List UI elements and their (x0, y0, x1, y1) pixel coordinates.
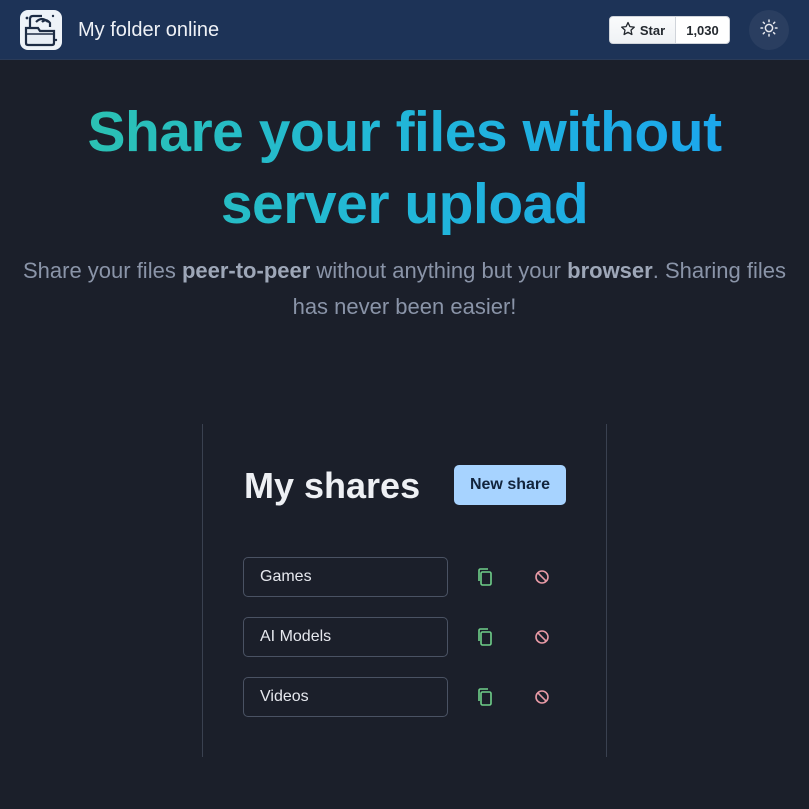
copy-link-button[interactable] (473, 565, 497, 589)
shares-panel: My shares New share Games AI Models Vide… (202, 424, 607, 757)
share-name-field[interactable]: Games (243, 557, 448, 597)
theme-toggle-button[interactable] (749, 10, 789, 50)
copy-icon (478, 628, 492, 646)
folder-logo-icon (24, 14, 58, 47)
block-icon (535, 630, 549, 644)
share-row: Videos (243, 677, 573, 717)
copy-icon (478, 568, 492, 586)
revoke-share-button[interactable] (530, 685, 554, 709)
share-name-field[interactable]: Videos (243, 677, 448, 717)
subtitle-text: without anything but your (310, 258, 568, 283)
revoke-share-button[interactable] (530, 565, 554, 589)
share-row: AI Models (243, 617, 573, 657)
new-share-button[interactable]: New share (454, 465, 566, 505)
hero-subtitle: Share your files peer-to-peer without an… (10, 253, 799, 325)
block-icon (535, 690, 549, 704)
star-icon (620, 21, 636, 40)
github-star-group: Star 1,030 (609, 16, 730, 44)
app-logo[interactable] (20, 10, 62, 50)
github-star-button[interactable]: Star (610, 17, 676, 43)
github-star-count[interactable]: 1,030 (676, 17, 729, 43)
copy-icon (478, 688, 492, 706)
shares-title: My shares (244, 465, 421, 506)
app-title: My folder online (78, 19, 220, 41)
share-row: Games (243, 557, 573, 597)
sun-icon (760, 18, 778, 42)
hero-title-line1: Share your files without (87, 100, 722, 164)
subtitle-text: Share your files (22, 258, 182, 283)
navbar: My folder online Star 1,030 (0, 0, 809, 60)
hero-title: Share your files without server upload (0, 96, 809, 240)
block-icon (535, 570, 549, 584)
copy-link-button[interactable] (473, 625, 497, 649)
share-name-field[interactable]: AI Models (243, 617, 448, 657)
revoke-share-button[interactable] (530, 625, 554, 649)
hero-title-line2: server upload (220, 172, 589, 236)
github-star-label: Star (639, 22, 666, 38)
subtitle-emphasis-browser: browser (567, 258, 653, 283)
copy-link-button[interactable] (473, 685, 497, 709)
subtitle-emphasis-p2p: peer-to-peer (181, 258, 311, 283)
